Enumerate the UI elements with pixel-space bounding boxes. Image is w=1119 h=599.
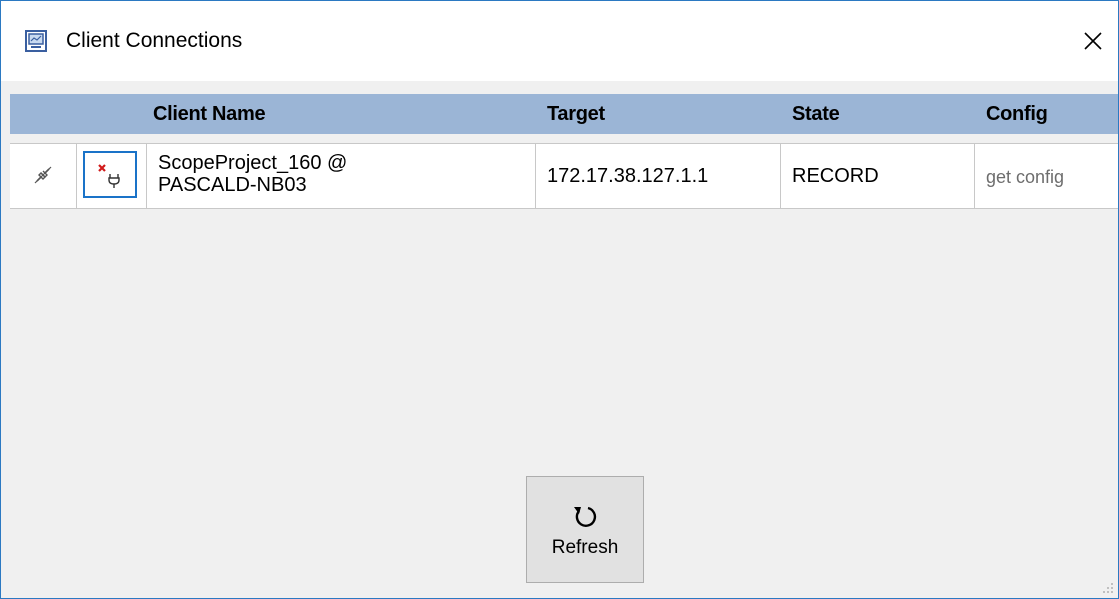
client-name-line2: PASCALD-NB03 [158, 174, 307, 196]
state-value: RECORD [792, 165, 879, 187]
refresh-label: Refresh [551, 537, 619, 558]
close-button[interactable] [1068, 16, 1118, 66]
disconnect-button[interactable] [83, 151, 137, 198]
resize-grip-icon[interactable] [1102, 582, 1114, 594]
target-cell: 172.17.38.127.1.1 [536, 144, 781, 208]
close-icon [1084, 32, 1102, 50]
client-name-line1: ScopeProject_160 @ [158, 152, 348, 174]
grid-header: Client Name Target State Config [10, 94, 1118, 134]
target-value: 172.17.38.127.1.1 [547, 165, 709, 187]
client-connections-window: Client Connections Client Name Target St… [0, 0, 1119, 599]
column-header-config[interactable]: Config [986, 94, 1048, 134]
column-header-client-name[interactable]: Client Name [153, 94, 266, 134]
monitor-icon [25, 30, 47, 52]
window-title: Client Connections [66, 29, 243, 52]
get-config-link[interactable]: get config [986, 165, 1064, 189]
refresh-button[interactable]: Refresh [526, 476, 644, 583]
disconnected-plug-icon [34, 166, 52, 184]
table-row[interactable]: ScopeProject_160 @ PASCALD-NB03 172.17.3… [10, 143, 1118, 209]
disconnect-plug-x-icon [98, 164, 120, 188]
refresh-icon [574, 506, 597, 527]
state-cell: RECORD [781, 144, 975, 208]
disconnect-cell [77, 144, 147, 208]
column-header-target[interactable]: Target [547, 94, 605, 134]
title-bar: Client Connections [1, 1, 1118, 81]
column-header-state[interactable]: State [792, 94, 840, 134]
connection-status-cell [10, 144, 77, 208]
client-name-cell: ScopeProject_160 @ PASCALD-NB03 [147, 144, 536, 208]
config-cell[interactable]: get config [975, 144, 1118, 208]
content-area: Client Name Target State Config ScopePro… [1, 81, 1118, 598]
